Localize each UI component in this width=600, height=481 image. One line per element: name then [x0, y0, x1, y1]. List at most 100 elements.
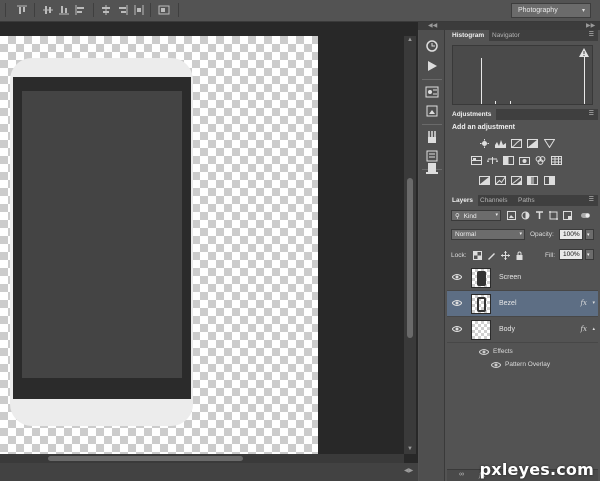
actions-play-icon[interactable] — [424, 58, 440, 74]
layer-name[interactable]: Body — [499, 326, 515, 333]
collapse-arrows-icon[interactable]: ◀◀ — [428, 22, 437, 29]
workspace-label: Photography — [518, 7, 558, 14]
tab-paths[interactable]: Paths — [513, 195, 540, 206]
invert-icon[interactable] — [479, 176, 490, 185]
dock-divider — [422, 79, 442, 80]
exposure-icon[interactable] — [527, 139, 538, 148]
auto-align-icon[interactable] — [158, 4, 170, 16]
channel-mixer-icon[interactable] — [535, 156, 546, 165]
link-layers-icon[interactable]: ∞ — [459, 471, 464, 478]
chevron-up-icon[interactable]: ▴ — [592, 326, 595, 332]
layer-row-body[interactable]: Body fx ▴ — [447, 317, 598, 343]
blend-mode-select[interactable]: Normal ▾ — [451, 229, 525, 240]
distribute-icon[interactable] — [133, 4, 145, 16]
blend-mode-value: Normal — [455, 231, 476, 238]
lock-transparent-pixels-icon[interactable] — [473, 251, 482, 260]
clone-source-icon[interactable] — [424, 103, 440, 119]
visibility-eye-icon[interactable] — [451, 273, 463, 281]
layer-filter-kind-select[interactable]: ⚲ Kind ▾ — [451, 210, 501, 221]
vertical-scroll-thumb[interactable] — [407, 178, 413, 338]
vibrance-icon[interactable] — [543, 139, 556, 149]
panel-collapse-strip[interactable]: ◀◀ ▶▶ — [418, 22, 600, 30]
horizontal-scroll-thumb[interactable] — [48, 456, 243, 461]
separator — [178, 3, 179, 17]
visibility-eye-icon[interactable] — [451, 325, 463, 333]
scroll-down-icon[interactable]: ▼ — [407, 446, 413, 452]
align-top-edges-icon[interactable] — [16, 4, 28, 16]
histogram-graph — [452, 45, 593, 105]
chevron-down-icon: ▾ — [587, 232, 590, 238]
layer-effects-icon[interactable]: fx — [580, 299, 587, 307]
filter-toggle-icon[interactable] — [581, 211, 593, 220]
opacity-slider-toggle[interactable]: ▾ — [585, 229, 594, 240]
filter-adjustment-icon[interactable] — [521, 211, 530, 220]
layer-name[interactable]: Bezel — [499, 300, 517, 307]
expand-arrows-icon[interactable]: ◀▶ — [404, 467, 413, 474]
curves-icon[interactable] — [511, 139, 522, 148]
effects-group-row[interactable]: Effects — [447, 345, 598, 358]
hue-saturation-icon[interactable] — [471, 156, 482, 165]
filter-smart-object-icon[interactable] — [563, 211, 572, 220]
layer-thumbnail — [471, 320, 491, 340]
align-bottom-edges-icon[interactable] — [58, 4, 70, 16]
fill-field[interactable]: 100% — [559, 249, 583, 260]
threshold-icon[interactable] — [511, 176, 522, 185]
chevron-down-icon: ▾ — [587, 252, 590, 258]
brush-presets-icon[interactable] — [424, 84, 440, 100]
brightness-contrast-icon[interactable] — [479, 139, 490, 148]
scroll-up-icon[interactable]: ▲ — [407, 37, 413, 43]
lock-image-pixels-icon[interactable] — [487, 251, 496, 260]
black-white-icon[interactable] — [503, 156, 514, 165]
effect-row-pattern-overlay[interactable]: Pattern Overlay — [447, 358, 598, 371]
cache-warning-icon[interactable] — [579, 48, 589, 57]
color-lookup-icon[interactable] — [551, 156, 562, 165]
separator — [93, 3, 94, 17]
lock-all-icon[interactable] — [515, 251, 524, 260]
visibility-eye-icon[interactable] — [478, 348, 490, 356]
color-balance-icon[interactable] — [487, 156, 498, 165]
opacity-field[interactable]: 100% — [559, 229, 583, 240]
options-bar: Photography ▾ — [0, 0, 600, 22]
photo-filter-icon[interactable] — [519, 156, 530, 165]
filter-pixel-icon[interactable] — [507, 211, 516, 220]
history-icon[interactable] — [424, 38, 440, 54]
chevron-down-icon[interactable]: ▾ — [592, 300, 595, 306]
lock-position-icon[interactable] — [501, 251, 510, 260]
layer-effects-icon[interactable]: fx — [580, 325, 587, 333]
histogram-spike — [481, 58, 482, 104]
character-styles-icon[interactable] — [424, 160, 440, 176]
align-left-edges-icon[interactable] — [74, 4, 86, 16]
posterize-icon[interactable] — [495, 176, 506, 185]
layer-name[interactable]: Screen — [499, 274, 521, 281]
layer-thumbnail — [471, 268, 491, 288]
align-vertical-centers-icon[interactable] — [42, 4, 54, 16]
gradient-map-icon[interactable] — [527, 176, 538, 185]
align-horizontal-centers-icon[interactable] — [100, 4, 112, 16]
visibility-eye-icon[interactable] — [451, 299, 463, 307]
collapse-arrows-icon[interactable]: ▶▶ — [586, 22, 595, 29]
workspace-switcher[interactable]: Photography ▾ — [511, 3, 591, 18]
tab-navigator[interactable]: Navigator — [487, 30, 525, 41]
selective-color-icon[interactable] — [544, 176, 555, 185]
panel-menu-icon[interactable]: ☰ — [589, 110, 594, 117]
visibility-eye-icon[interactable] — [490, 361, 502, 369]
histogram-panel-tabs: Histogram Navigator ☰ — [447, 30, 598, 41]
layer-row-screen[interactable]: Screen — [447, 265, 598, 291]
layer-row-bezel[interactable]: Bezel fx ▾ — [447, 291, 598, 317]
align-right-edges-icon[interactable] — [117, 4, 129, 16]
histogram-spike — [510, 101, 511, 104]
panel-menu-icon[interactable]: ☰ — [589, 31, 594, 38]
tab-layers[interactable]: Layers — [447, 195, 478, 206]
fill-label: Fill: — [545, 252, 556, 259]
tab-histogram[interactable]: Histogram — [447, 30, 490, 41]
filter-type-icon[interactable] — [535, 211, 544, 220]
tool-presets-icon[interactable] — [424, 129, 440, 145]
phone-screen-shape — [22, 91, 182, 378]
filter-shape-icon[interactable] — [549, 211, 558, 220]
levels-icon[interactable] — [495, 139, 506, 148]
tab-adjustments[interactable]: Adjustments — [447, 109, 497, 120]
fill-slider-toggle[interactable]: ▾ — [585, 249, 594, 260]
status-bar — [0, 463, 418, 481]
panel-menu-icon[interactable]: ☰ — [589, 196, 594, 203]
tab-channels[interactable]: Channels — [475, 195, 512, 206]
